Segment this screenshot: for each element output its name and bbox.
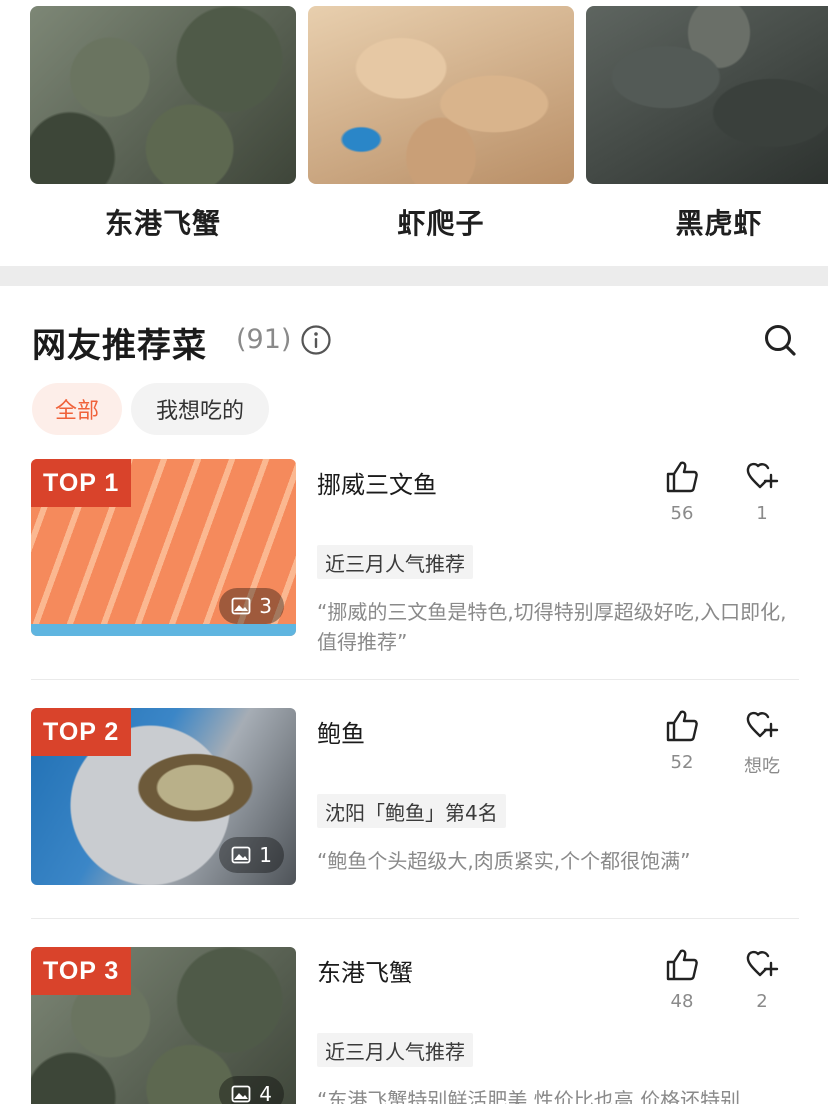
dish-name[interactable]: 挪威三文鱼 <box>317 465 437 500</box>
photo-count: 1 <box>219 837 284 873</box>
info-icon[interactable] <box>300 324 332 356</box>
thumbs-up-icon <box>666 949 698 981</box>
abalone-photo[interactable]: TOP 2 1 <box>31 708 296 885</box>
dish-name[interactable]: 东港飞蟹 <box>317 953 413 988</box>
review-quote: “挪威的三文鱼是特色,切得特别厚超级好吃,入口即化,值得推荐” <box>317 600 787 654</box>
search-icon[interactable] <box>762 322 798 358</box>
want-count: 2 <box>756 991 768 1012</box>
row-divider <box>31 679 799 680</box>
section-divider <box>0 266 828 286</box>
want-to-eat-button[interactable]: 2 <box>732 947 792 1012</box>
mantis-shrimp-photo <box>308 6 574 184</box>
dish-tag: 近三月人气推荐 <box>317 1033 473 1067</box>
like-button[interactable]: 52 <box>652 708 712 773</box>
carousel-item-label: 东港飞蟹 <box>104 207 221 240</box>
photo-count-value: 4 <box>259 1082 272 1104</box>
like-count: 52 <box>670 752 694 773</box>
review-quote: “东港飞蟹特别鲜活肥美,性价比也高,价格还特别 <box>317 1088 741 1104</box>
dish-carousel[interactable]: 东港飞蟹 虾爬子 黑虎虾 <box>0 0 828 266</box>
like-count: 56 <box>670 503 694 524</box>
crab-photo <box>30 6 296 184</box>
section-count: (91) <box>236 324 292 355</box>
want-to-eat-button[interactable]: 想吃 <box>732 708 792 778</box>
section-title: 网友推荐菜 <box>32 326 207 366</box>
photo-count-value: 1 <box>259 843 272 867</box>
dish-name[interactable]: 鲍鱼 <box>317 714 365 749</box>
review-quote: “鲍鱼个头超级大,肉质紧实,个个都很饱满” <box>317 849 691 873</box>
heart-plus-icon <box>746 711 779 738</box>
like-button[interactable]: 48 <box>652 947 712 1012</box>
like-count: 48 <box>670 991 694 1012</box>
heart-plus-icon <box>746 462 779 489</box>
crab-photo[interactable]: TOP 3 4 <box>31 947 296 1104</box>
carousel-item-crab[interactable]: 东港飞蟹 <box>30 6 296 242</box>
want-count: 1 <box>756 503 768 524</box>
thumbs-up-icon <box>666 461 698 493</box>
image-icon <box>231 597 251 615</box>
want-count: 想吃 <box>744 756 780 777</box>
carousel-item-label: 虾爬子 <box>397 207 485 240</box>
image-icon <box>231 1085 251 1103</box>
thumbs-up-icon <box>666 710 698 742</box>
photo-count: 4 <box>219 1076 284 1104</box>
rank-badge: TOP 3 <box>31 947 132 995</box>
heart-plus-icon <box>746 950 779 977</box>
tiger-prawn-photo <box>586 6 828 184</box>
row-divider <box>31 918 799 919</box>
dish-tag: 沈阳「鲍鱼」第4名 <box>317 794 506 828</box>
photo-count-value: 3 <box>259 594 272 618</box>
photo-count: 3 <box>219 588 284 624</box>
rank-badge: TOP 2 <box>31 708 132 756</box>
image-icon <box>231 846 251 864</box>
want-to-eat-button[interactable]: 1 <box>732 459 792 524</box>
filter-want-to-eat-button[interactable]: 我想吃的 <box>131 383 269 435</box>
like-button[interactable]: 56 <box>652 459 712 524</box>
carousel-item-label: 黑虎虾 <box>675 207 763 240</box>
rank-badge: TOP 1 <box>31 459 132 507</box>
carousel-item-tiger-prawn[interactable]: 黑虎虾 <box>586 6 828 242</box>
dish-tag: 近三月人气推荐 <box>317 545 473 579</box>
filter-all-button[interactable]: 全部 <box>32 383 122 435</box>
carousel-item-mantis-shrimp[interactable]: 虾爬子 <box>308 6 574 242</box>
salmon-photo[interactable]: TOP 1 3 <box>31 459 296 636</box>
